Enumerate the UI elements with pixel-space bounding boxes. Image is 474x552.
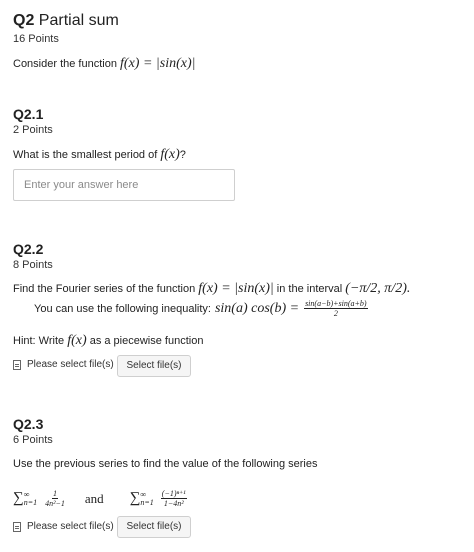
sum1-denominator: 4n²−1 bbox=[45, 499, 65, 508]
sum2-denominator: 1−4n² bbox=[163, 499, 184, 508]
answer-input[interactable]: Enter your answer here bbox=[13, 169, 235, 201]
select-files-button[interactable]: Select file(s) bbox=[117, 355, 191, 377]
hint-text: Hint: Write bbox=[13, 335, 65, 347]
series-question-text: Use the previous series to find the valu… bbox=[13, 458, 318, 470]
subquestion-title: Q2.3 bbox=[13, 416, 44, 432]
question-number: Q2 bbox=[13, 12, 35, 29]
subquestion-title: Q2.1 bbox=[13, 106, 44, 122]
question-title: Q2 Partial sum bbox=[13, 12, 119, 30]
sum2-limits: ∞ n=1 bbox=[140, 491, 153, 507]
sum1-fraction: 1 4n²−1 bbox=[44, 489, 66, 508]
file-label-text: Please select file(s) bbox=[27, 521, 114, 532]
intro-math: f(x) = |sin(x)| bbox=[120, 56, 196, 71]
fourier-question-line: Find the Fourier series of the function … bbox=[13, 281, 410, 297]
subquestion-title: Q2.2 bbox=[13, 241, 44, 257]
hint-line: Hint: Write f(x) as a piecewise function bbox=[13, 333, 203, 349]
subquestion-text: What is the smallest period of f(x)? bbox=[13, 147, 186, 163]
subquestion-points: 2 Points bbox=[13, 124, 53, 136]
question-end: ? bbox=[179, 149, 186, 161]
file-upload-label: Please select file(s) bbox=[13, 359, 114, 370]
subquestion-points: 8 Points bbox=[13, 259, 53, 271]
sum2-numerator: (−1)ⁿ⁺¹ bbox=[160, 489, 187, 499]
line2-math: sin(a) cos(b) = bbox=[214, 300, 300, 316]
sum1-limits: ∞ n=1 bbox=[24, 491, 37, 507]
sigma-icon: ∑ bbox=[13, 490, 24, 506]
hint-end: as a piecewise function bbox=[89, 335, 204, 347]
question-intro: Consider the function f(x) = |sin(x)| bbox=[13, 56, 195, 72]
fraction-numerator: sin(a−b)+sin(a+b) bbox=[304, 299, 368, 309]
sum1-numerator: 1 bbox=[52, 489, 58, 499]
line1-mid: in the interval bbox=[276, 283, 343, 295]
question-math: f(x) bbox=[160, 147, 180, 162]
sum1-lower: n=1 bbox=[23, 498, 38, 507]
hint-math: f(x) bbox=[67, 333, 87, 348]
line2-text: You can use the following inequality: bbox=[34, 302, 211, 315]
file-upload-label: Please select file(s) bbox=[13, 521, 114, 532]
select-files-button[interactable]: Select file(s) bbox=[117, 516, 191, 538]
line1-text: Find the Fourier series of the function bbox=[13, 283, 196, 295]
sum2: ∑ ∞ n=1 bbox=[130, 490, 154, 507]
fraction-denominator: 2 bbox=[333, 309, 338, 318]
inequality-line: You can use the following inequality: si… bbox=[34, 299, 369, 318]
document-icon bbox=[13, 359, 21, 370]
question-text: What is the smallest period of bbox=[13, 149, 158, 161]
inequality-fraction: sin(a−b)+sin(a+b) 2 bbox=[304, 299, 368, 318]
file-label-text: Please select file(s) bbox=[27, 359, 114, 370]
intro-text: Consider the function bbox=[13, 58, 117, 70]
question-name: Partial sum bbox=[38, 12, 119, 29]
line1-math: f(x) = |sin(x)| bbox=[198, 281, 274, 296]
sum1: ∑ ∞ n=1 bbox=[13, 490, 37, 507]
sum2-fraction: (−1)ⁿ⁺¹ 1−4n² bbox=[160, 489, 187, 508]
line1-interval: (−π/2, π/2). bbox=[345, 281, 411, 296]
and-text: and bbox=[84, 490, 104, 506]
sigma-icon: ∑ bbox=[129, 490, 141, 506]
sum2-lower: n=1 bbox=[140, 498, 154, 507]
document-icon bbox=[13, 521, 21, 532]
question-points: 16 Points bbox=[13, 33, 59, 45]
series-expressions: ∑ ∞ n=1 1 4n²−1 and ∑ ∞ n=1 (−1)ⁿ⁺¹ 1−4n… bbox=[13, 489, 188, 508]
subquestion-points: 6 Points bbox=[13, 434, 53, 446]
